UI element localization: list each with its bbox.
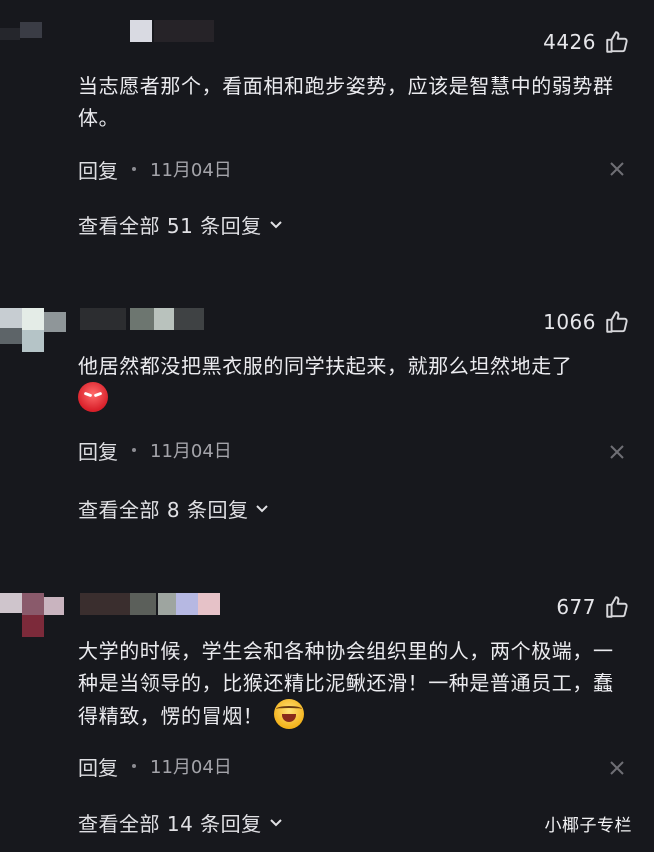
angry-face-emoji bbox=[78, 382, 108, 412]
comment-meta: 回复 11月04日 bbox=[78, 154, 232, 184]
comment-date: 11月04日 bbox=[150, 441, 232, 462]
view-replies-label: 查看全部 14 条回复 bbox=[78, 811, 262, 836]
like-control[interactable]: 4426 bbox=[543, 28, 630, 56]
chevron-down-icon bbox=[269, 221, 282, 229]
thumbs-up-icon[interactable] bbox=[604, 29, 630, 55]
like-control[interactable]: 1066 bbox=[543, 308, 630, 336]
view-replies-button[interactable]: 查看全部 8 条回复 bbox=[78, 493, 270, 523]
like-count: 1066 bbox=[543, 310, 596, 334]
chevron-down-icon bbox=[269, 819, 282, 827]
like-control[interactable]: 677 bbox=[556, 593, 630, 621]
reply-button[interactable]: 回复 bbox=[78, 436, 118, 465]
comment-text-content: 他居然都没把黑衣服的同学扶起来，就那么坦然地走了 bbox=[78, 354, 573, 378]
view-replies-label: 查看全部 51 条回复 bbox=[78, 213, 262, 238]
laughing-face-emoji bbox=[274, 699, 305, 729]
comment-meta: 回复 11月04日 bbox=[78, 435, 232, 465]
username[interactable] bbox=[80, 593, 240, 619]
chevron-down-icon bbox=[256, 505, 269, 513]
avatar[interactable] bbox=[0, 593, 74, 639]
username[interactable] bbox=[110, 20, 220, 46]
separator-dot bbox=[132, 167, 136, 171]
comment-text: 他居然都没把黑衣服的同学扶起来，就那么坦然地走了 bbox=[78, 350, 623, 415]
close-icon[interactable] bbox=[608, 443, 626, 461]
thumbs-up-icon[interactable] bbox=[604, 309, 630, 335]
like-count: 4426 bbox=[543, 30, 596, 54]
avatar[interactable] bbox=[0, 0, 74, 40]
reply-button[interactable]: 回复 bbox=[78, 155, 118, 184]
avatar[interactable] bbox=[0, 308, 74, 354]
comment-date: 11月04日 bbox=[150, 757, 232, 778]
username[interactable] bbox=[80, 308, 210, 334]
view-replies-label: 查看全部 8 条回复 bbox=[78, 497, 249, 522]
comment-date: 11月04日 bbox=[150, 160, 232, 181]
comment-text-content: 大学的时候，学生会和各种协会组织里的人，两个极端，一种是当领导的，比猴还精比泥鳅… bbox=[78, 639, 614, 728]
view-replies-button[interactable]: 查看全部 14 条回复 bbox=[78, 807, 284, 837]
close-icon[interactable] bbox=[608, 759, 626, 777]
thumbs-up-icon[interactable] bbox=[604, 594, 630, 620]
separator-dot bbox=[132, 764, 136, 768]
comment-text: 大学的时候，学生会和各种协会组织里的人，两个极端，一种是当领导的，比猴还精比泥鳅… bbox=[78, 635, 623, 732]
like-count: 677 bbox=[556, 595, 596, 619]
close-icon[interactable] bbox=[608, 160, 626, 178]
view-replies-button[interactable]: 查看全部 51 条回复 bbox=[78, 209, 284, 239]
comment-text: 当志愿者那个，看面相和跑步姿势，应该是智慧中的弱势群体。 bbox=[78, 74, 614, 130]
reply-button[interactable]: 回复 bbox=[78, 752, 118, 781]
watermark: 小椰子专栏 bbox=[544, 816, 632, 836]
separator-dot bbox=[132, 448, 136, 452]
comment-meta: 回复 11月04日 bbox=[78, 751, 232, 781]
